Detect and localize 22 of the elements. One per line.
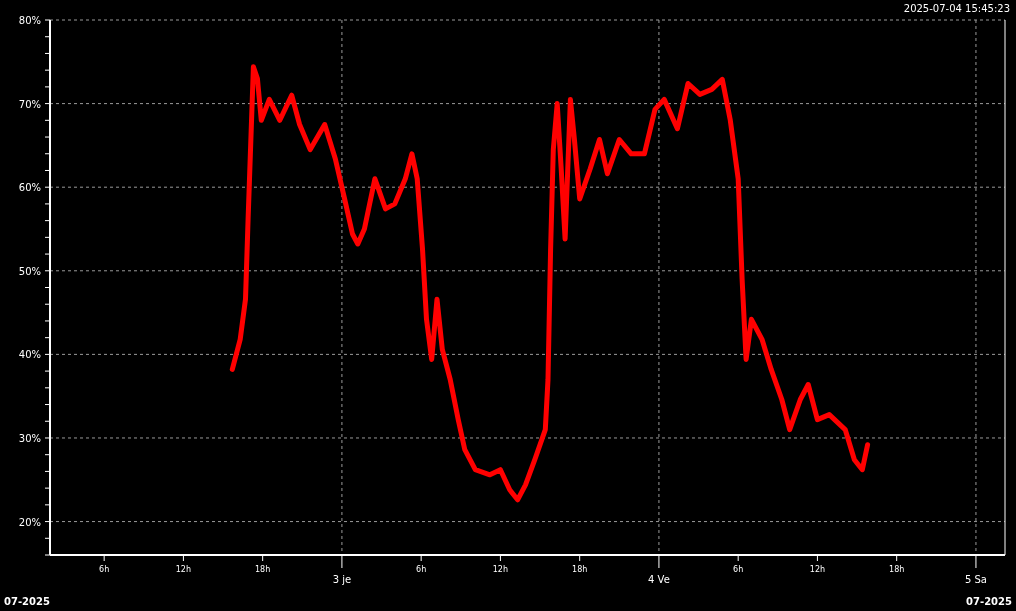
- x-tick-label: 18h: [572, 565, 588, 574]
- y-tick-label: 60%: [18, 182, 41, 194]
- day-label: 5 Sa: [964, 574, 987, 585]
- y-tick-label: 50%: [18, 265, 41, 277]
- timestamp: 2025-07-04 15:45:23: [903, 3, 1010, 15]
- x-tick-label: 6h: [416, 565, 427, 574]
- y-tick-label: 30%: [18, 432, 41, 444]
- x-tick-label: 12h: [175, 565, 192, 574]
- day-label: 4 Ve: [648, 574, 670, 585]
- y-tick-label: 20%: [18, 516, 41, 528]
- date-label: 07-2025: [966, 596, 1012, 607]
- x-tick-label: 6h: [733, 565, 744, 574]
- x-tick-label: 12h: [809, 565, 826, 574]
- x-tick-label: 18h: [255, 565, 271, 574]
- y-tick-label: 70%: [18, 98, 41, 110]
- date-label: 07-2025: [4, 596, 50, 607]
- day-label: 3 je: [332, 574, 352, 585]
- x-tick-label: 6h: [99, 565, 110, 574]
- y-tick-label: 40%: [18, 349, 41, 361]
- x-tick-label: 18h: [889, 565, 905, 574]
- y-tick-label: 80%: [18, 15, 41, 26]
- x-tick-label: 12h: [492, 565, 509, 574]
